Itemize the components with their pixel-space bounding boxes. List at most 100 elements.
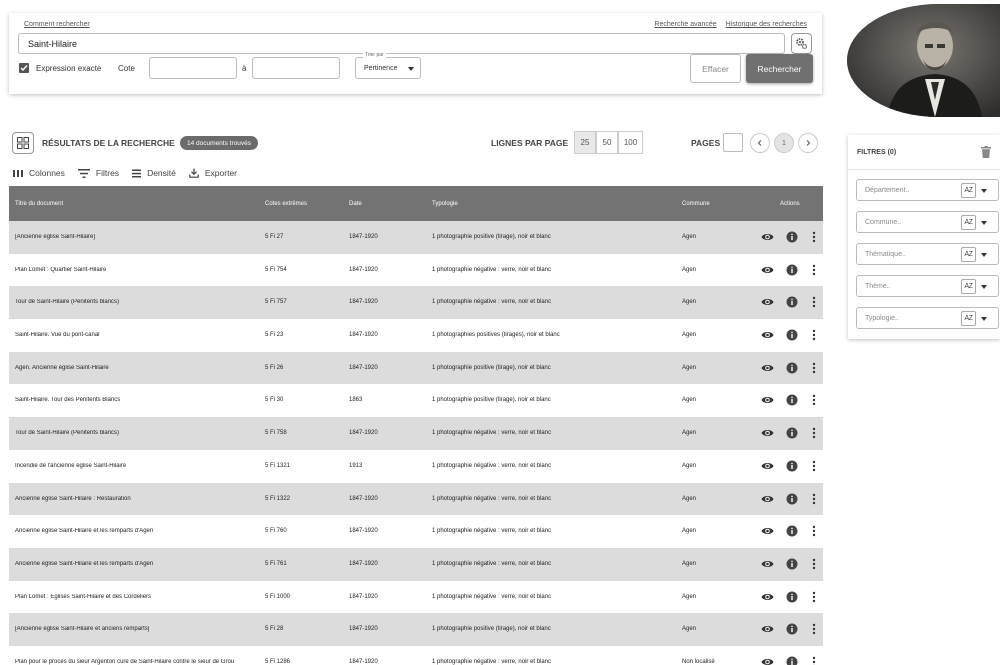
filter-typologie-select[interactable]: Typologie.. AZ: [856, 307, 999, 329]
search-history-link[interactable]: Historique des recherches: [726, 21, 807, 28]
more-vertical-icon[interactable]: [812, 394, 816, 408]
info-icon[interactable]: [786, 525, 798, 539]
table-row[interactable]: Tour de Saint-Hilaire (Pénitents blancs)…: [9, 286, 823, 320]
page-jump-input[interactable]: [723, 133, 743, 152]
table-row[interactable]: [Ancienne église Saint-Hilaire et ancien…: [9, 613, 823, 646]
cell-typologie: 1 photographie négative : verre, noir et…: [432, 593, 552, 600]
info-icon[interactable]: [786, 329, 798, 343]
eye-icon[interactable]: [761, 623, 774, 637]
eye-icon[interactable]: [761, 296, 774, 310]
more-vertical-icon[interactable]: [812, 362, 816, 376]
eye-icon[interactable]: [761, 329, 774, 343]
more-vertical-icon[interactable]: [812, 525, 816, 539]
info-icon[interactable]: [786, 558, 798, 572]
lines-option-100[interactable]: 100: [618, 131, 643, 154]
eye-icon[interactable]: [761, 591, 774, 605]
col-header-cotes[interactable]: Cotes extrêmes: [265, 201, 307, 207]
col-header-title[interactable]: Titre du document: [15, 201, 63, 207]
prev-page-button[interactable]: [750, 133, 770, 153]
export-button[interactable]: Exporter: [189, 168, 237, 178]
eye-icon[interactable]: [761, 558, 774, 572]
more-vertical-icon[interactable]: [812, 493, 816, 507]
density-button[interactable]: Densité: [132, 168, 176, 178]
more-vertical-icon[interactable]: [812, 623, 816, 637]
sort-az-icon[interactable]: AZ: [961, 279, 976, 294]
info-icon[interactable]: [786, 591, 798, 605]
more-vertical-icon[interactable]: [812, 558, 816, 572]
eye-icon[interactable]: [761, 362, 774, 376]
search-settings-button[interactable]: [791, 33, 812, 54]
more-vertical-icon[interactable]: [812, 591, 816, 605]
table-row[interactable]: Ancienne église Saint-Hilaire et les rem…: [9, 515, 823, 548]
info-icon[interactable]: [786, 460, 798, 474]
eye-icon[interactable]: [761, 231, 774, 245]
search-input[interactable]: [18, 33, 785, 54]
table-row[interactable]: Plan pour le procès du sieur Argenton cu…: [9, 645, 823, 665]
info-icon[interactable]: [786, 394, 798, 408]
table-row[interactable]: Tour de Saint-Hilaire (Pénitents blancs)…: [9, 417, 823, 450]
filter-departement-select[interactable]: Département.. AZ: [856, 179, 999, 201]
filter-lines-icon: [77, 168, 90, 178]
eye-icon[interactable]: [761, 264, 774, 278]
more-vertical-icon[interactable]: [812, 460, 816, 474]
cote-from-input[interactable]: [149, 57, 237, 79]
info-icon[interactable]: [786, 296, 798, 310]
eye-icon[interactable]: [761, 493, 774, 507]
info-icon[interactable]: [786, 427, 798, 441]
more-vertical-icon[interactable]: [812, 296, 816, 310]
col-header-commune[interactable]: Commune: [682, 201, 710, 207]
filter-theme-select[interactable]: Thème.. AZ: [856, 275, 999, 297]
cell-cote: 5 Fi 26: [265, 364, 284, 371]
table-row[interactable]: Agen. Ancienne église Saint-Hilaire 5 Fi …: [9, 351, 823, 385]
info-icon[interactable]: [786, 656, 798, 665]
info-icon[interactable]: [786, 623, 798, 637]
sort-az-icon[interactable]: AZ: [961, 215, 976, 230]
more-vertical-icon[interactable]: [812, 264, 816, 278]
eye-icon[interactable]: [761, 394, 774, 408]
eye-icon[interactable]: [761, 460, 774, 474]
how-to-search-link[interactable]: Comment rechercher: [24, 21, 90, 28]
eye-icon[interactable]: [761, 525, 774, 539]
cote-to-input[interactable]: [252, 57, 340, 79]
sort-select[interactable]: Pertinence: [355, 57, 421, 79]
clear-button[interactable]: Effacer: [690, 54, 741, 83]
table-row[interactable]: Saint-Hilaire. Vue du pont-canal 5 Fi 23 1…: [9, 319, 823, 352]
advanced-search-link[interactable]: Recherche avancée: [654, 21, 716, 28]
exact-expression-checkbox[interactable]: [19, 63, 29, 73]
lines-option-50[interactable]: 50: [596, 131, 618, 154]
table-row[interactable]: Ancienne église Saint-Hilaire : Restaura…: [9, 482, 823, 516]
sort-az-icon[interactable]: AZ: [961, 183, 976, 198]
lines-option-25[interactable]: 25: [574, 131, 596, 154]
next-page-button[interactable]: [798, 133, 818, 153]
info-icon[interactable]: [786, 362, 798, 376]
cell-title: Incendie de l'ancienne église Saint-Hila…: [15, 462, 127, 469]
more-vertical-icon[interactable]: [812, 231, 816, 245]
current-page-button[interactable]: 1: [774, 133, 794, 153]
results-view-button[interactable]: [12, 132, 34, 154]
info-icon[interactable]: [786, 493, 798, 507]
info-icon[interactable]: [786, 231, 798, 245]
columns-button[interactable]: Colonnes: [13, 168, 65, 178]
filter-thematique-select[interactable]: Thématique.. AZ: [856, 243, 999, 265]
table-row[interactable]: Saint-Hilaire. Tour des Pénitents Blancs…: [9, 384, 823, 418]
more-vertical-icon[interactable]: [812, 427, 816, 441]
col-header-typologie[interactable]: Typologie: [432, 201, 458, 207]
search-button[interactable]: Rechercher: [746, 54, 813, 83]
table-row[interactable]: Plan Lomet : Quartier Saint-Hilaire 5 Fi …: [9, 253, 823, 287]
filters-button[interactable]: Filtres: [77, 168, 119, 178]
more-vertical-icon[interactable]: [812, 656, 816, 665]
eye-icon[interactable]: [761, 656, 774, 665]
eye-icon[interactable]: [761, 427, 774, 441]
info-icon[interactable]: [786, 264, 798, 278]
cell-title: Saint-Hilaire. Tour des Pénitents Blancs: [15, 397, 121, 404]
table-row[interactable]: Ancienne église Saint-Hilaire et les rem…: [9, 547, 823, 581]
trash-icon[interactable]: [981, 146, 991, 158]
table-row[interactable]: Incendie de l'ancienne église Saint-Hila…: [9, 449, 823, 483]
more-vertical-icon[interactable]: [812, 329, 816, 343]
filter-commune-select[interactable]: Commune.. AZ: [856, 211, 999, 233]
table-row[interactable]: Plan Lomet : Églises Saint-Hilaire et de…: [9, 580, 823, 614]
table-row[interactable]: [Ancienne église Saint-Hilaire] 5 Fi 27 18…: [9, 221, 823, 254]
sort-az-icon[interactable]: AZ: [961, 311, 976, 326]
sort-az-icon[interactable]: AZ: [961, 247, 976, 262]
col-header-date[interactable]: Date: [349, 201, 362, 207]
